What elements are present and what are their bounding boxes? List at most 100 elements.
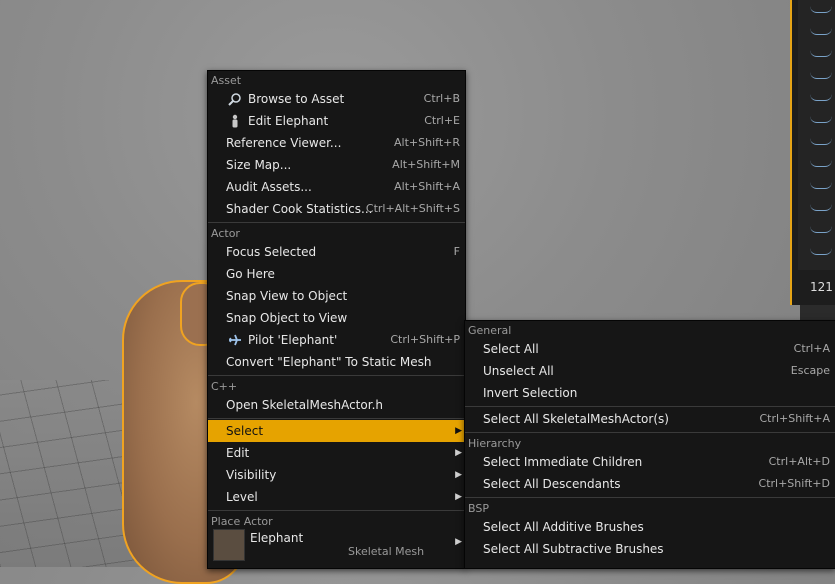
menu-item-label: Edit [226, 446, 250, 460]
curve-icon [810, 50, 832, 57]
menu-item-label: Select Immediate Children [483, 455, 643, 469]
menu-item-shortcut: Ctrl+Alt+Shift+S [365, 202, 460, 215]
menu-separator [208, 375, 465, 376]
menu-item-browse-to-asset[interactable]: Browse to Asset Ctrl+B [208, 88, 465, 110]
section-header-place-actor: Place Actor [211, 515, 273, 528]
menu-item-shader-cook-statistics[interactable]: Shader Cook Statistics... Ctrl+Alt+Shift… [208, 198, 465, 220]
menu-item-snap-view-to-object[interactable]: Snap View to Object [208, 285, 465, 307]
menu-separator [208, 418, 465, 419]
menu-item-shortcut: Ctrl+A [793, 342, 830, 355]
menu-item-audit-assets[interactable]: Audit Assets... Alt+Shift+A [208, 176, 465, 198]
menu-item-label: Pilot 'Elephant' [248, 333, 338, 347]
magnifier-icon [228, 93, 241, 106]
curve-icon [810, 204, 832, 211]
menu-item-shortcut: F [453, 245, 460, 258]
menu-item-label: Select All Subtractive Brushes [483, 542, 664, 556]
menu-item-go-here[interactable]: Go Here [208, 263, 465, 285]
details-panel-strip: 121 [790, 0, 835, 305]
menu-item-select-all[interactable]: Select All Ctrl+A [465, 338, 835, 360]
menu-item-shortcut: Ctrl+B [423, 92, 460, 105]
menu-item-select-all-skeletalmeshactors[interactable]: Select All SkeletalMeshActor(s) Ctrl+Shi… [465, 408, 835, 430]
menu-item-shortcut: Ctrl+E [424, 114, 460, 127]
menu-item-pilot-elephant[interactable]: Pilot 'Elephant' Ctrl+Shift+P [208, 329, 465, 351]
section-header-actor: Actor [211, 227, 240, 240]
panel-value: 121 [810, 280, 833, 294]
menu-item-convert-to-static-mesh[interactable]: Convert "Elephant" To Static Mesh [208, 351, 465, 373]
menu-item-shortcut: Ctrl+Shift+D [758, 477, 830, 490]
menu-item-place-elephant[interactable]: Elephant Skeletal Mesh ▶ [208, 529, 465, 561]
submenu-arrow-icon: ▶ [455, 537, 462, 547]
menu-item-shortcut: Alt+Shift+A [394, 180, 460, 193]
section-header-general: General [468, 324, 512, 337]
menu-item-select-all-subtractive-brushes[interactable]: Select All Subtractive Brushes [465, 538, 835, 560]
menu-item-select-all-descendants[interactable]: Select All Descendants Ctrl+Shift+D [465, 473, 835, 495]
curve-icon [810, 248, 832, 255]
menu-item-label: Reference Viewer... [226, 136, 342, 150]
panel-footer [800, 305, 835, 320]
menu-item-size-map[interactable]: Size Map... Alt+Shift+M [208, 154, 465, 176]
person-icon [232, 114, 238, 128]
menu-item-level[interactable]: Level ▶ [208, 486, 465, 508]
menu-item-visibility[interactable]: Visibility ▶ [208, 464, 465, 486]
select-submenu: General Select All Ctrl+A Unselect All E… [464, 320, 835, 569]
plane-icon [229, 334, 241, 346]
menu-item-label: Browse to Asset [248, 92, 345, 106]
menu-separator [208, 222, 465, 223]
curve-icon [810, 138, 832, 145]
menu-item-label: Focus Selected [226, 245, 317, 259]
menu-item-label: Elephant [250, 531, 304, 545]
curve-icon [810, 182, 832, 189]
menu-item-label: Unselect All [483, 364, 554, 378]
curve-icon [810, 94, 832, 101]
menu-item-label: Go Here [226, 267, 275, 281]
menu-item-sublabel: Skeletal Mesh [348, 545, 425, 558]
curve-icon [810, 116, 832, 123]
menu-item-label: Level [226, 490, 258, 504]
menu-item-edit-elephant[interactable]: Edit Elephant Ctrl+E [208, 110, 465, 132]
menu-separator [465, 432, 835, 433]
curve-icon [810, 160, 832, 167]
menu-item-label: Visibility [226, 468, 277, 482]
curve-icon [810, 72, 832, 79]
menu-item-shortcut: Ctrl+Shift+A [759, 412, 830, 425]
menu-item-label: Snap Object to View [226, 311, 348, 325]
menu-item-shortcut: Ctrl+Alt+D [768, 455, 830, 468]
menu-item-edit[interactable]: Edit ▶ [208, 442, 465, 464]
submenu-arrow-icon: ▶ [455, 448, 462, 458]
menu-item-select-immediate-children[interactable]: Select Immediate Children Ctrl+Alt+D [465, 451, 835, 473]
menu-item-label: Snap View to Object [226, 289, 348, 303]
menu-item-label: Select All [483, 342, 539, 356]
menu-item-invert-selection[interactable]: Invert Selection [465, 382, 835, 404]
menu-item-label: Open SkeletalMeshActor.h [226, 398, 383, 412]
menu-item-label: Select All Additive Brushes [483, 520, 644, 534]
menu-item-shortcut: Escape [790, 364, 830, 377]
section-header-bsp: BSP [468, 502, 489, 515]
menu-item-unselect-all[interactable]: Unselect All Escape [465, 360, 835, 382]
menu-item-label: Size Map... [226, 158, 292, 172]
menu-item-label: Shader Cook Statistics... [226, 202, 373, 216]
submenu-arrow-icon: ▶ [455, 426, 462, 436]
menu-separator [208, 510, 465, 511]
elephant-thumbnail-icon [213, 529, 245, 561]
menu-item-reference-viewer[interactable]: Reference Viewer... Alt+Shift+R [208, 132, 465, 154]
menu-item-label: Audit Assets... [226, 180, 312, 194]
menu-item-label: Select [226, 424, 264, 438]
menu-item-select[interactable]: Select ▶ [208, 420, 465, 442]
context-menu: Asset Browse to Asset Ctrl+B Edit Elepha… [207, 70, 466, 569]
menu-item-shortcut: Ctrl+Shift+P [390, 333, 460, 346]
curve-icon [810, 226, 832, 233]
submenu-arrow-icon: ▶ [455, 492, 462, 502]
menu-item-label: Invert Selection [483, 386, 578, 400]
section-header-cpp: C++ [211, 380, 238, 393]
menu-item-snap-object-to-view[interactable]: Snap Object to View [208, 307, 465, 329]
menu-item-focus-selected[interactable]: Focus Selected F [208, 241, 465, 263]
menu-separator [465, 406, 835, 407]
submenu-arrow-icon: ▶ [455, 470, 462, 480]
curve-icon [810, 28, 832, 35]
menu-item-shortcut: Alt+Shift+R [394, 136, 460, 149]
menu-item-open-skeletalmeshactor-h[interactable]: Open SkeletalMeshActor.h [208, 394, 465, 416]
panel-list [798, 0, 835, 270]
menu-item-select-all-additive-brushes[interactable]: Select All Additive Brushes [465, 516, 835, 538]
menu-item-label: Select All SkeletalMeshActor(s) [483, 412, 669, 426]
menu-item-label: Convert "Elephant" To Static Mesh [226, 355, 432, 369]
